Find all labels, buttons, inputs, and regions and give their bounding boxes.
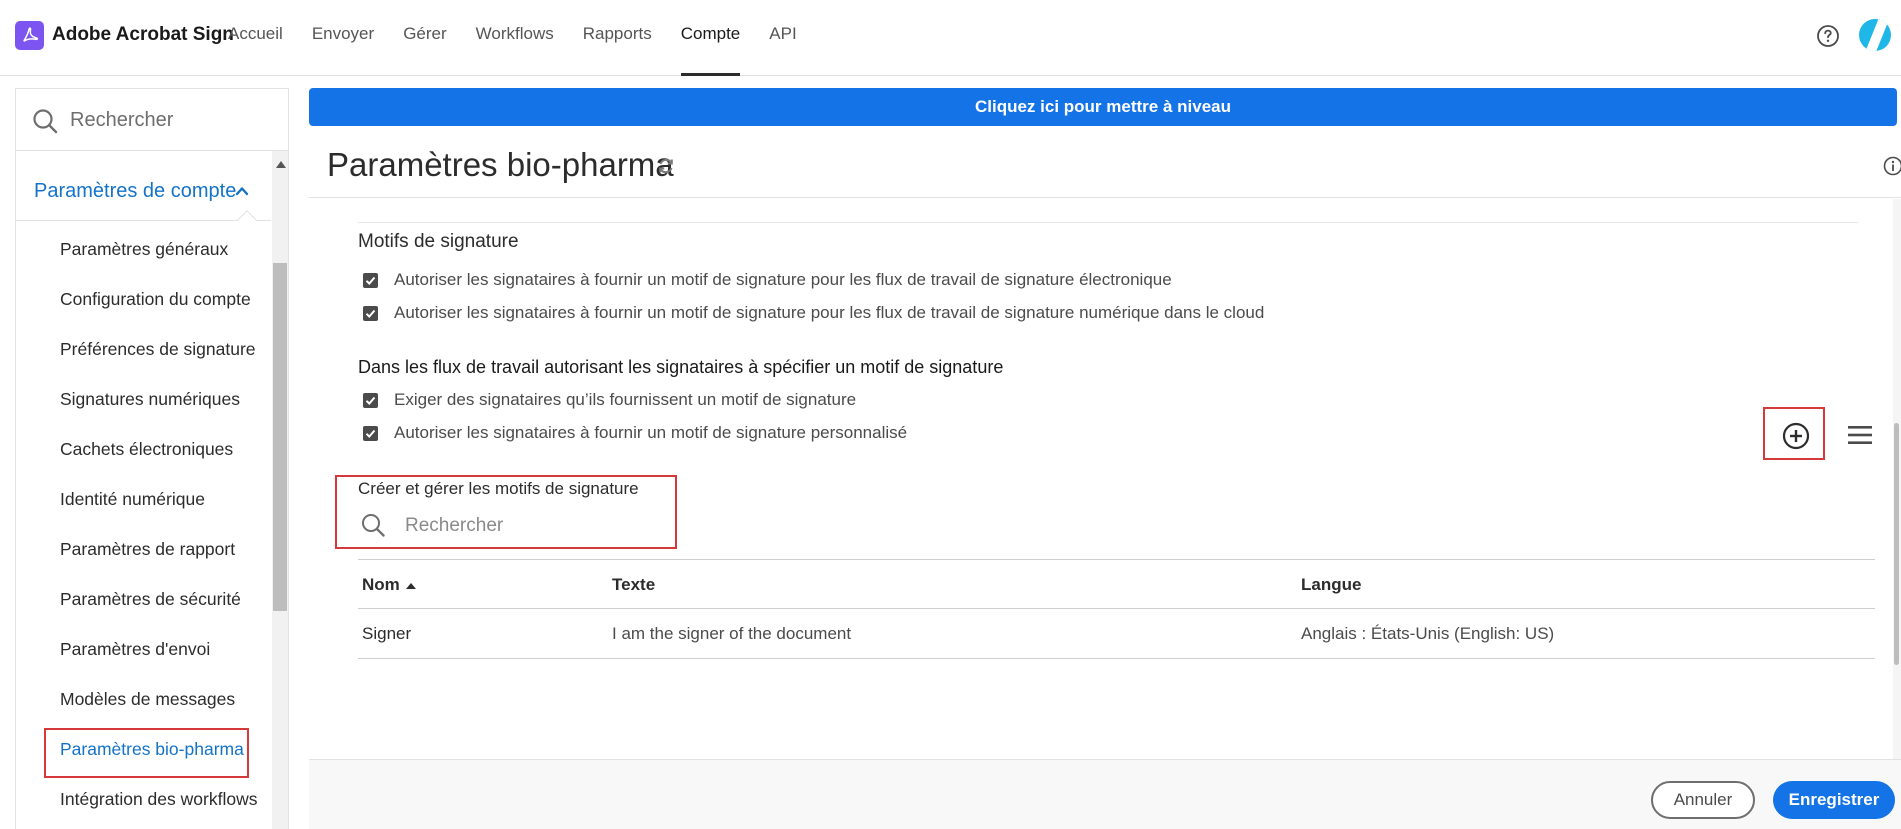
checkbox[interactable]	[363, 272, 378, 288]
top-navigation: Adobe Acrobat Sign Accueil Envoyer Gérer Wo…	[0, 0, 1901, 76]
checkbox-label: Autoriser les signataires à fournir un m…	[394, 270, 1172, 289]
checkbox-row[interactable]: Autoriser les signataires à fournir un m…	[363, 269, 1172, 291]
checkbox[interactable]	[363, 305, 378, 321]
nav-link-envoyer[interactable]: Envoyer	[312, 0, 374, 76]
sidebar-section-account-settings[interactable]: Paramètres de compte	[16, 161, 271, 230]
page-title: Paramètres bio-pharma	[327, 146, 674, 183]
reasons-search-input[interactable]	[405, 513, 655, 539]
hamburger-menu-icon[interactable]	[1847, 424, 1873, 446]
sidebar-search[interactable]: Rechercher	[16, 89, 288, 151]
workflow-reasons-heading: Dans les flux de travail autorisant les …	[358, 357, 1004, 377]
search-icon	[362, 514, 385, 537]
sidebar-item[interactable]: Paramètres bio-pharma	[16, 728, 271, 781]
nav-link-workflows[interactable]: Workflows	[476, 0, 554, 76]
action-footer: Annuler Enregistrer	[309, 759, 1901, 829]
help-icon[interactable]	[1816, 24, 1840, 48]
settings-content: Motifs de signature Autoriser les signat…	[309, 199, 1901, 759]
nav-link-rapports[interactable]: Rapports	[583, 0, 652, 76]
sidebar-item[interactable]: Cachets électroniques	[16, 431, 271, 481]
sidebar-item-label: Identité numérique	[60, 489, 205, 509]
upgrade-banner[interactable]: Cliquez ici pour mettre à niveau	[309, 88, 1897, 126]
checkbox-label: Autoriser les signataires à fournir un m…	[394, 303, 1265, 322]
cell-name: Signer	[362, 624, 412, 643]
signature-reasons-heading: Motifs de signature	[358, 231, 519, 252]
checkbox-row[interactable]: Exiger des signataires qu’ils fournissen…	[363, 389, 856, 411]
search-icon	[33, 109, 58, 134]
sidebar-item[interactable]: Configuration du compte	[16, 281, 271, 331]
sidebar-item-label: Paramètres d'envoi	[60, 639, 211, 659]
sidebar-item[interactable]: Préférences de signature	[16, 331, 271, 381]
sidebar-item-label: Signatures numériques	[60, 389, 240, 409]
sort-ascending-icon	[405, 582, 416, 589]
avatar[interactable]	[1859, 19, 1891, 51]
nav-link-gerer[interactable]: Gérer	[403, 0, 446, 76]
save-button[interactable]: Enregistrer	[1773, 781, 1895, 819]
sidebar-item[interactable]: Paramètres d'envoi	[16, 631, 271, 681]
column-header-name[interactable]: Nom	[362, 575, 416, 595]
checkbox[interactable]	[363, 392, 378, 408]
checkbox-label: Exiger des signataires qu’ils fournissen…	[394, 390, 857, 409]
sidebar-item[interactable]: Signatures numériques	[16, 381, 271, 431]
brand-name: Adobe Acrobat Sign	[52, 24, 234, 45]
scroll-up-arrow-icon[interactable]	[276, 161, 286, 168]
acrobat-logo-icon	[15, 20, 44, 50]
sidebar-item[interactable]: Identité numérique	[16, 481, 271, 531]
checkbox[interactable]	[363, 425, 378, 441]
nav-link-accueil[interactable]: Accueil	[228, 0, 283, 76]
nav-link-api[interactable]: API	[769, 0, 796, 76]
checkbox-label: Autoriser les signataires à fournir un m…	[394, 423, 908, 442]
sidebar-scroll-thumb[interactable]	[273, 263, 287, 611]
sidebar-item-label: Préférences de signature	[60, 339, 256, 359]
section-pointer	[237, 210, 257, 230]
settings-sidebar: Rechercher Paramètres de compte Paramètr…	[15, 88, 289, 829]
checkbox-row[interactable]: Autoriser les signataires à fournir un m…	[363, 302, 1264, 324]
add-circle-icon[interactable]	[1782, 422, 1810, 450]
sidebar-search-placeholder: Rechercher	[70, 109, 174, 131]
sidebar-items: Paramètres généraux Configuration du comp…	[16, 231, 271, 829]
sidebar-item[interactable]: Modèles de messages	[16, 681, 271, 731]
cell-language: Anglais : États-Unis (English: US)	[1301, 624, 1555, 643]
refresh-icon[interactable]	[656, 156, 676, 176]
nav-link-compte[interactable]: Compte	[680, 0, 740, 76]
main-nav: Accueil Envoyer Gérer Workflows Rapports Comp…	[228, 0, 826, 76]
divider	[358, 222, 1858, 223]
table-header: Nom Texte Langue	[358, 559, 1875, 609]
sidebar-item[interactable]: Paramètres de sécurité	[16, 581, 271, 631]
cell-text: I am the signer of the document	[612, 624, 852, 643]
brand[interactable]: Adobe Acrobat Sign	[15, 20, 234, 50]
sidebar-item-label: Paramètres de rapport	[60, 539, 236, 559]
sidebar-item-label: Modèles de messages	[60, 689, 236, 709]
sidebar-item[interactable]: Paramètres de rapport	[16, 531, 271, 581]
checkbox-row[interactable]: Autoriser les signataires à fournir un m…	[363, 422, 907, 444]
sidebar-item-label: Intégration des workflows	[60, 789, 258, 809]
sidebar-item[interactable]: Paramètres généraux	[16, 231, 271, 281]
column-header-text[interactable]: Texte	[612, 575, 655, 595]
cancel-button[interactable]: Annuler	[1651, 781, 1755, 819]
info-icon[interactable]	[1883, 156, 1901, 176]
sidebar-item-label: Paramètres de sécurité	[60, 589, 241, 609]
sidebar-item-label: Cachets électroniques	[60, 439, 234, 459]
page-header: Paramètres bio-pharma	[309, 130, 1901, 198]
sidebar-item-label: Paramètres généraux	[60, 239, 229, 259]
sidebar-item-label: Paramètres bio-pharma	[60, 739, 244, 759]
column-header-label: Nom	[362, 575, 400, 594]
manage-reasons-title: Créer et gérer les motifs de signature	[358, 479, 639, 498]
chevron-up-icon	[235, 187, 249, 196]
sidebar-item[interactable]: Intégration des workflows	[16, 781, 271, 829]
table-row[interactable]: Signer I am the signer of the document A…	[358, 609, 1875, 659]
sidebar-item-label: Configuration du compte	[60, 289, 251, 309]
column-header-language[interactable]: Langue	[1301, 575, 1361, 595]
main-scroll-thumb[interactable]	[1894, 423, 1899, 665]
sidebar-section-label: Paramètres de compte	[34, 180, 237, 202]
signature-reasons-table: Nom Texte Langue Signer I am the signer …	[358, 559, 1875, 659]
